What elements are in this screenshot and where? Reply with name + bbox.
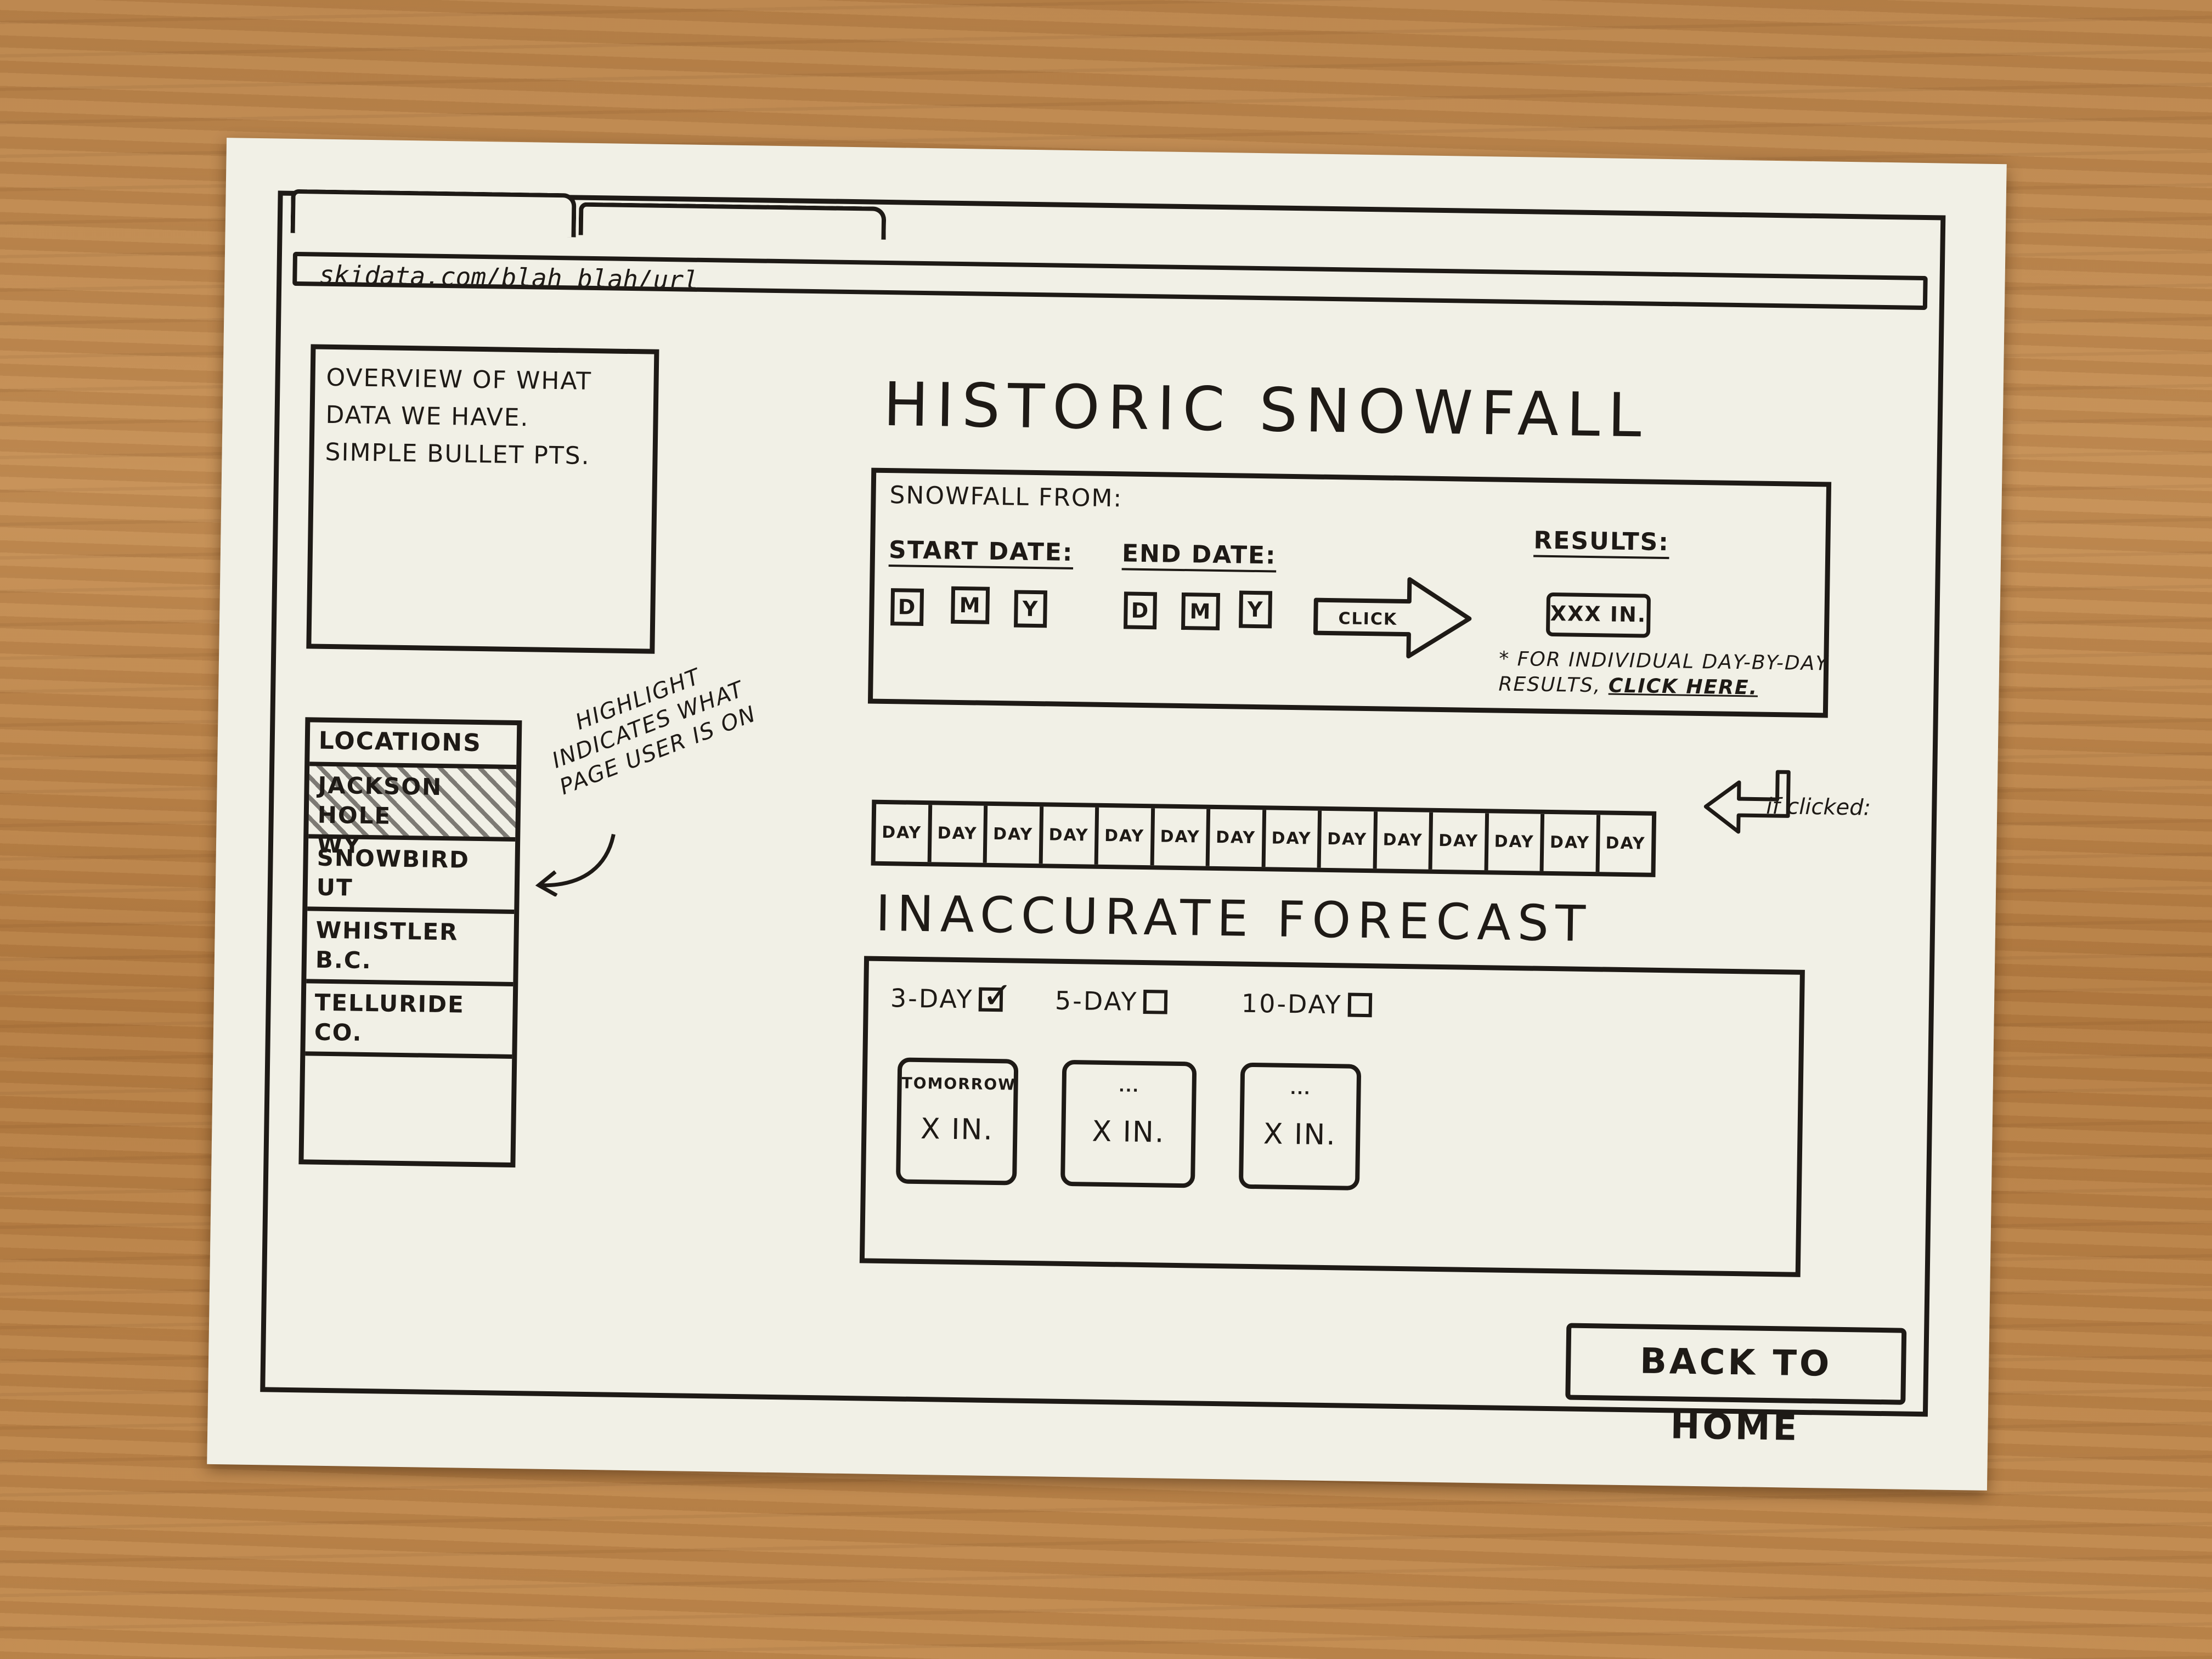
day-cell[interactable]: DAY [1098, 807, 1155, 866]
location-name: SNOWBIRD [317, 844, 470, 873]
checkbox-checked-icon[interactable] [979, 987, 1003, 1012]
forecast-day: TOMORROW [901, 1074, 1017, 1094]
click-arrow-button[interactable]: CLICK [1312, 575, 1472, 660]
forecast-value: X in. [920, 1113, 994, 1147]
url-bar[interactable]: skidata.com/blah blah/url [292, 251, 1928, 311]
end-date-label: END DATE: [1121, 539, 1277, 570]
day-strip: DAY DAY DAY DAY DAY DAY DAY DAY DAY DAY … [871, 799, 1657, 877]
day-cell[interactable]: DAY [1209, 809, 1266, 867]
browser-window: skidata.com/blah blah/url OVERVIEW OF WH… [260, 189, 1946, 1449]
results-label: RESULTS: [1533, 526, 1670, 557]
option-label: 3-DAY [890, 983, 974, 1014]
day-by-day-note: * for individual day-by-day results, cli… [1498, 647, 1839, 702]
back-to-home-button[interactable]: BACK TO HOME [1565, 1323, 1907, 1449]
forecast-card: ... X in. [1060, 1059, 1197, 1188]
click-here-link[interactable]: click here. [1609, 675, 1758, 699]
locations-sidebar: LOCATIONS JACKSON HOLE WY SNOWBIRD UT WH… [298, 717, 522, 1168]
checkbox-icon[interactable] [1143, 990, 1168, 1014]
sidebar-item-jackson-hole[interactable]: JACKSON HOLE WY [308, 766, 517, 859]
forecast-option-5-day[interactable]: 5-DAY [1055, 986, 1168, 1017]
browser-tab[interactable] [578, 202, 887, 240]
location-region: CO. [314, 1018, 363, 1046]
forecast-option-10-day[interactable]: 10-DAY [1242, 989, 1373, 1020]
start-year-field[interactable]: Y [1014, 590, 1048, 628]
end-day-field[interactable]: D [1124, 591, 1158, 630]
snowfall-from-label: SNOWFALL FROM: [889, 481, 1123, 513]
forecast-option-3-day[interactable]: 3-DAY [890, 983, 1003, 1014]
start-month-field[interactable]: M [951, 586, 990, 624]
day-cell[interactable]: DAY [1154, 808, 1211, 866]
sidebar-item-whistler[interactable]: WHISTLER B.C. [306, 911, 515, 986]
day-cell[interactable]: DAY [875, 804, 932, 862]
location-name: TELLURIDE [314, 989, 465, 1018]
sidebar-item-telluride[interactable]: TELLURIDE CO. [305, 983, 514, 1059]
overview-line: DATA WE HAVE. [325, 400, 529, 432]
day-cell[interactable]: DAY [986, 805, 1043, 864]
overview-line: SIMPLE BULLET PTS. [325, 438, 591, 470]
end-month-field[interactable]: M [1181, 592, 1221, 631]
forecast-title: INACCURATE FORECAST [875, 884, 1593, 953]
forecast-day: ... [1290, 1080, 1311, 1098]
start-day-field[interactable]: D [890, 588, 924, 627]
day-cell[interactable]: DAY [1488, 813, 1545, 871]
overview-line: OVERVIEW OF WHAT [326, 363, 592, 396]
overview-box: OVERVIEW OF WHAT DATA WE HAVE. SIMPLE BU… [306, 344, 659, 654]
day-cell[interactable]: DAY [1042, 806, 1099, 865]
locations-heading: LOCATIONS [309, 722, 517, 770]
browser-tab-active[interactable] [290, 189, 577, 238]
forecast-card: ... X in. [1238, 1062, 1362, 1190]
day-cell[interactable]: DAY [1376, 811, 1434, 870]
sidebar-item-snowbird[interactable]: SNOWBIRD UT [307, 838, 516, 914]
paper-sheet: skidata.com/blah blah/url OVERVIEW OF WH… [207, 138, 2007, 1491]
location-region: UT [316, 873, 353, 901]
day-cell[interactable]: DAY [1599, 815, 1652, 872]
day-cell[interactable]: DAY [931, 805, 988, 863]
option-label: 10-DAY [1241, 988, 1343, 1020]
end-year-field[interactable]: Y [1239, 590, 1273, 629]
page-title: HISTORIC SNOWFALL [883, 369, 1650, 451]
forecast-value: X in. [1263, 1118, 1337, 1152]
forecast-panel: 3-DAY 5-DAY 10-DAY TOMORROW X in. ... X … [859, 956, 1805, 1277]
start-date-label: START DATE: [888, 536, 1074, 567]
highlight-annotation: HIGHLIGHT INDICATES WHAT PAGE USER IS ON [548, 664, 760, 800]
checkbox-icon[interactable] [1347, 992, 1372, 1018]
day-cell[interactable]: DAY [1432, 812, 1489, 871]
forecast-day: ... [1118, 1077, 1140, 1096]
historic-panel: SNOWFALL FROM: START DATE: END DATE: RES… [867, 467, 1832, 718]
option-label: 5-DAY [1054, 985, 1138, 1017]
forecast-card: TOMORROW X in. [895, 1057, 1019, 1186]
annotation-arrow-icon [535, 833, 616, 898]
location-name: JACKSON HOLE [317, 771, 443, 830]
location-name: WHISTLER [315, 916, 459, 946]
if-clicked-note: if clicked: [1766, 793, 1871, 821]
location-region: B.C. [315, 946, 373, 974]
day-cell[interactable]: DAY [1265, 810, 1322, 868]
forecast-value: X in. [1091, 1115, 1165, 1149]
result-value: XXX in. [1545, 592, 1651, 638]
day-cell[interactable]: DAY [1321, 810, 1378, 869]
click-label: CLICK [1338, 609, 1397, 629]
day-cell[interactable]: DAY [1543, 814, 1600, 872]
